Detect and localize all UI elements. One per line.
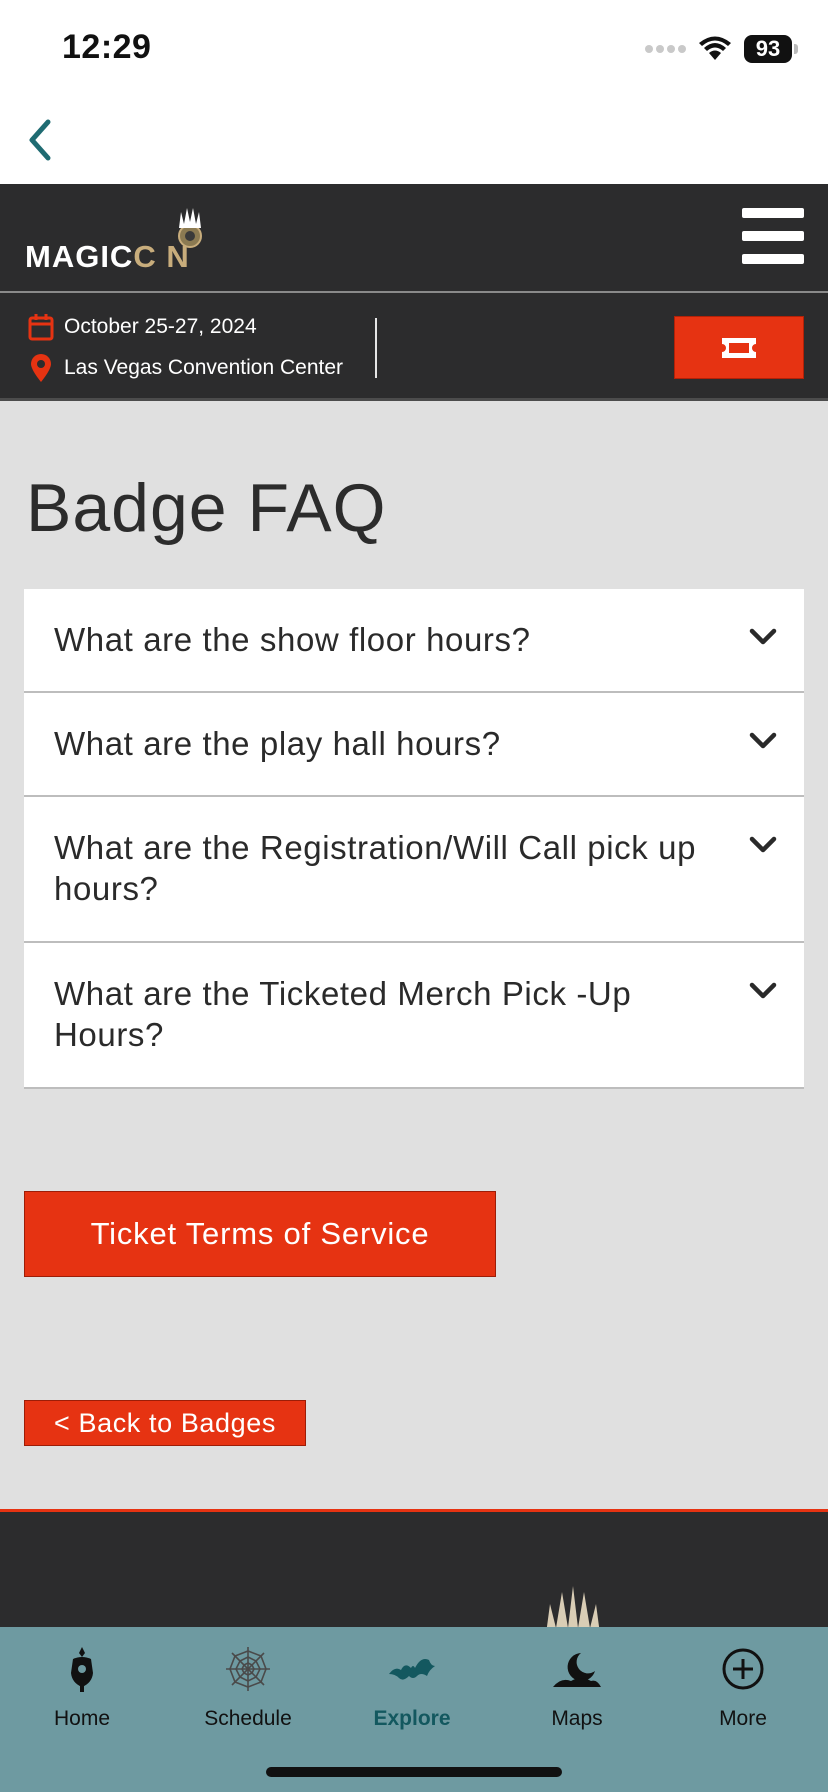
plus-circle-icon xyxy=(713,1639,773,1699)
tab-home[interactable]: Home xyxy=(7,1639,157,1731)
status-bar: 12:29 93 xyxy=(0,0,828,100)
ticket-button[interactable] xyxy=(674,316,804,379)
tab-label: Home xyxy=(53,1707,111,1730)
bat-icon xyxy=(382,1639,442,1699)
faq-question: What are the show floor hours? xyxy=(54,621,531,658)
event-date: October 25-27, 2024 xyxy=(64,315,257,338)
faq-question: What are the Registration/Will Call pick… xyxy=(54,829,697,907)
chevron-down-icon xyxy=(749,836,777,853)
info-divider xyxy=(375,318,377,378)
chevron-down-icon xyxy=(749,982,777,999)
tab-label: Explore xyxy=(373,1707,451,1730)
tab-maps[interactable]: Maps xyxy=(502,1639,652,1731)
faq-question: What are the Ticketed Merch Pick -Up Hou… xyxy=(54,975,632,1053)
battery-level: 93 xyxy=(755,36,781,61)
faq-item[interactable]: What are the Registration/Will Call pick… xyxy=(24,797,804,943)
calendar-icon xyxy=(28,314,54,341)
back-chevron-icon[interactable] xyxy=(22,116,58,164)
spiderweb-icon xyxy=(218,1639,278,1699)
chevron-down-icon xyxy=(749,732,777,749)
event-venue-row: Las Vegas Convention Center xyxy=(28,353,343,383)
site-header: MAGIC C N xyxy=(0,184,828,293)
tab-label: More xyxy=(719,1707,767,1730)
home-indicator[interactable] xyxy=(266,1767,562,1777)
tab-more[interactable]: More xyxy=(668,1639,818,1731)
main-content: Badge FAQ What are the show floor hours?… xyxy=(0,401,828,1747)
page-title: Badge FAQ xyxy=(26,470,387,546)
ticket-icon xyxy=(722,337,756,358)
chevron-down-icon xyxy=(749,628,777,645)
home-icon xyxy=(52,1639,112,1699)
tab-explore[interactable]: Explore xyxy=(337,1639,487,1731)
faq-question: What are the play hall hours? xyxy=(54,725,501,762)
wifi-icon xyxy=(699,36,731,60)
battery-icon: 93 xyxy=(744,35,792,63)
event-info-bar: October 25-27, 2024 Las Vegas Convention… xyxy=(0,293,828,401)
ticket-terms-button[interactable]: Ticket Terms of Service xyxy=(24,1191,496,1277)
hamburger-menu-icon[interactable] xyxy=(742,208,804,264)
cellular-signal-icon xyxy=(645,45,686,53)
status-icons: 93 xyxy=(645,32,798,66)
faq-item[interactable]: What are the play hall hours? xyxy=(24,693,804,797)
magiccon-logo[interactable]: MAGIC C N xyxy=(25,208,202,274)
logo-crown-icon xyxy=(178,208,202,248)
moon-icon xyxy=(547,1639,607,1699)
tab-label: Maps xyxy=(551,1707,603,1730)
logo-magic-text: MAGIC xyxy=(25,239,134,274)
tab-schedule[interactable]: Schedule xyxy=(173,1639,323,1731)
event-date-row: October 25-27, 2024 xyxy=(28,313,257,341)
location-pin-icon xyxy=(31,354,51,382)
event-venue: Las Vegas Convention Center xyxy=(64,356,344,379)
status-time: 12:29 xyxy=(62,28,152,66)
site-footer xyxy=(0,1509,828,1634)
back-to-badges-button[interactable]: < Back to Badges xyxy=(24,1400,306,1446)
battery-nub xyxy=(794,44,798,54)
faq-list: What are the show floor hours? What are … xyxy=(24,589,804,1089)
faq-item[interactable]: What are the Ticketed Merch Pick -Up Hou… xyxy=(24,943,804,1089)
nav-bar xyxy=(0,100,828,184)
faq-item[interactable]: What are the show floor hours? xyxy=(24,589,804,693)
tab-label: Schedule xyxy=(204,1707,292,1730)
